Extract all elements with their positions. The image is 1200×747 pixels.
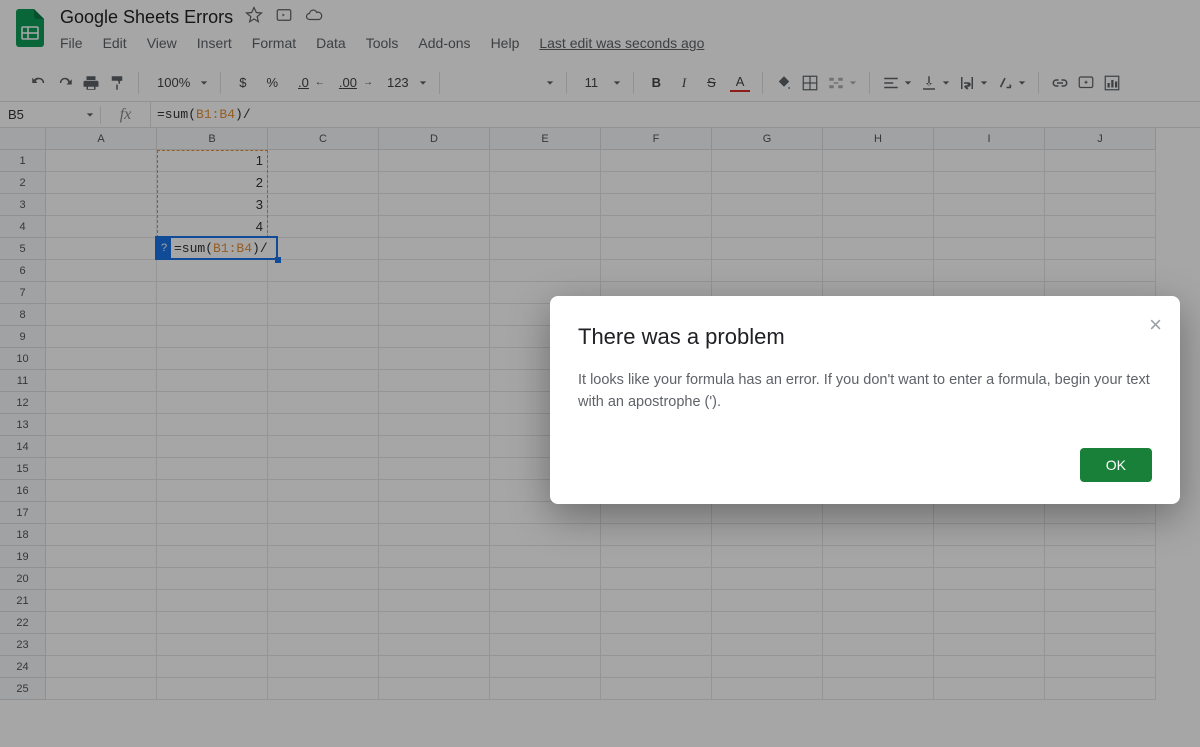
- dialog-body: It looks like your formula has an error.…: [578, 370, 1152, 414]
- close-icon[interactable]: ×: [1149, 312, 1162, 338]
- dialog-title: There was a problem: [578, 324, 1152, 350]
- error-dialog: × There was a problem It looks like your…: [550, 296, 1180, 504]
- ok-button[interactable]: OK: [1080, 448, 1152, 482]
